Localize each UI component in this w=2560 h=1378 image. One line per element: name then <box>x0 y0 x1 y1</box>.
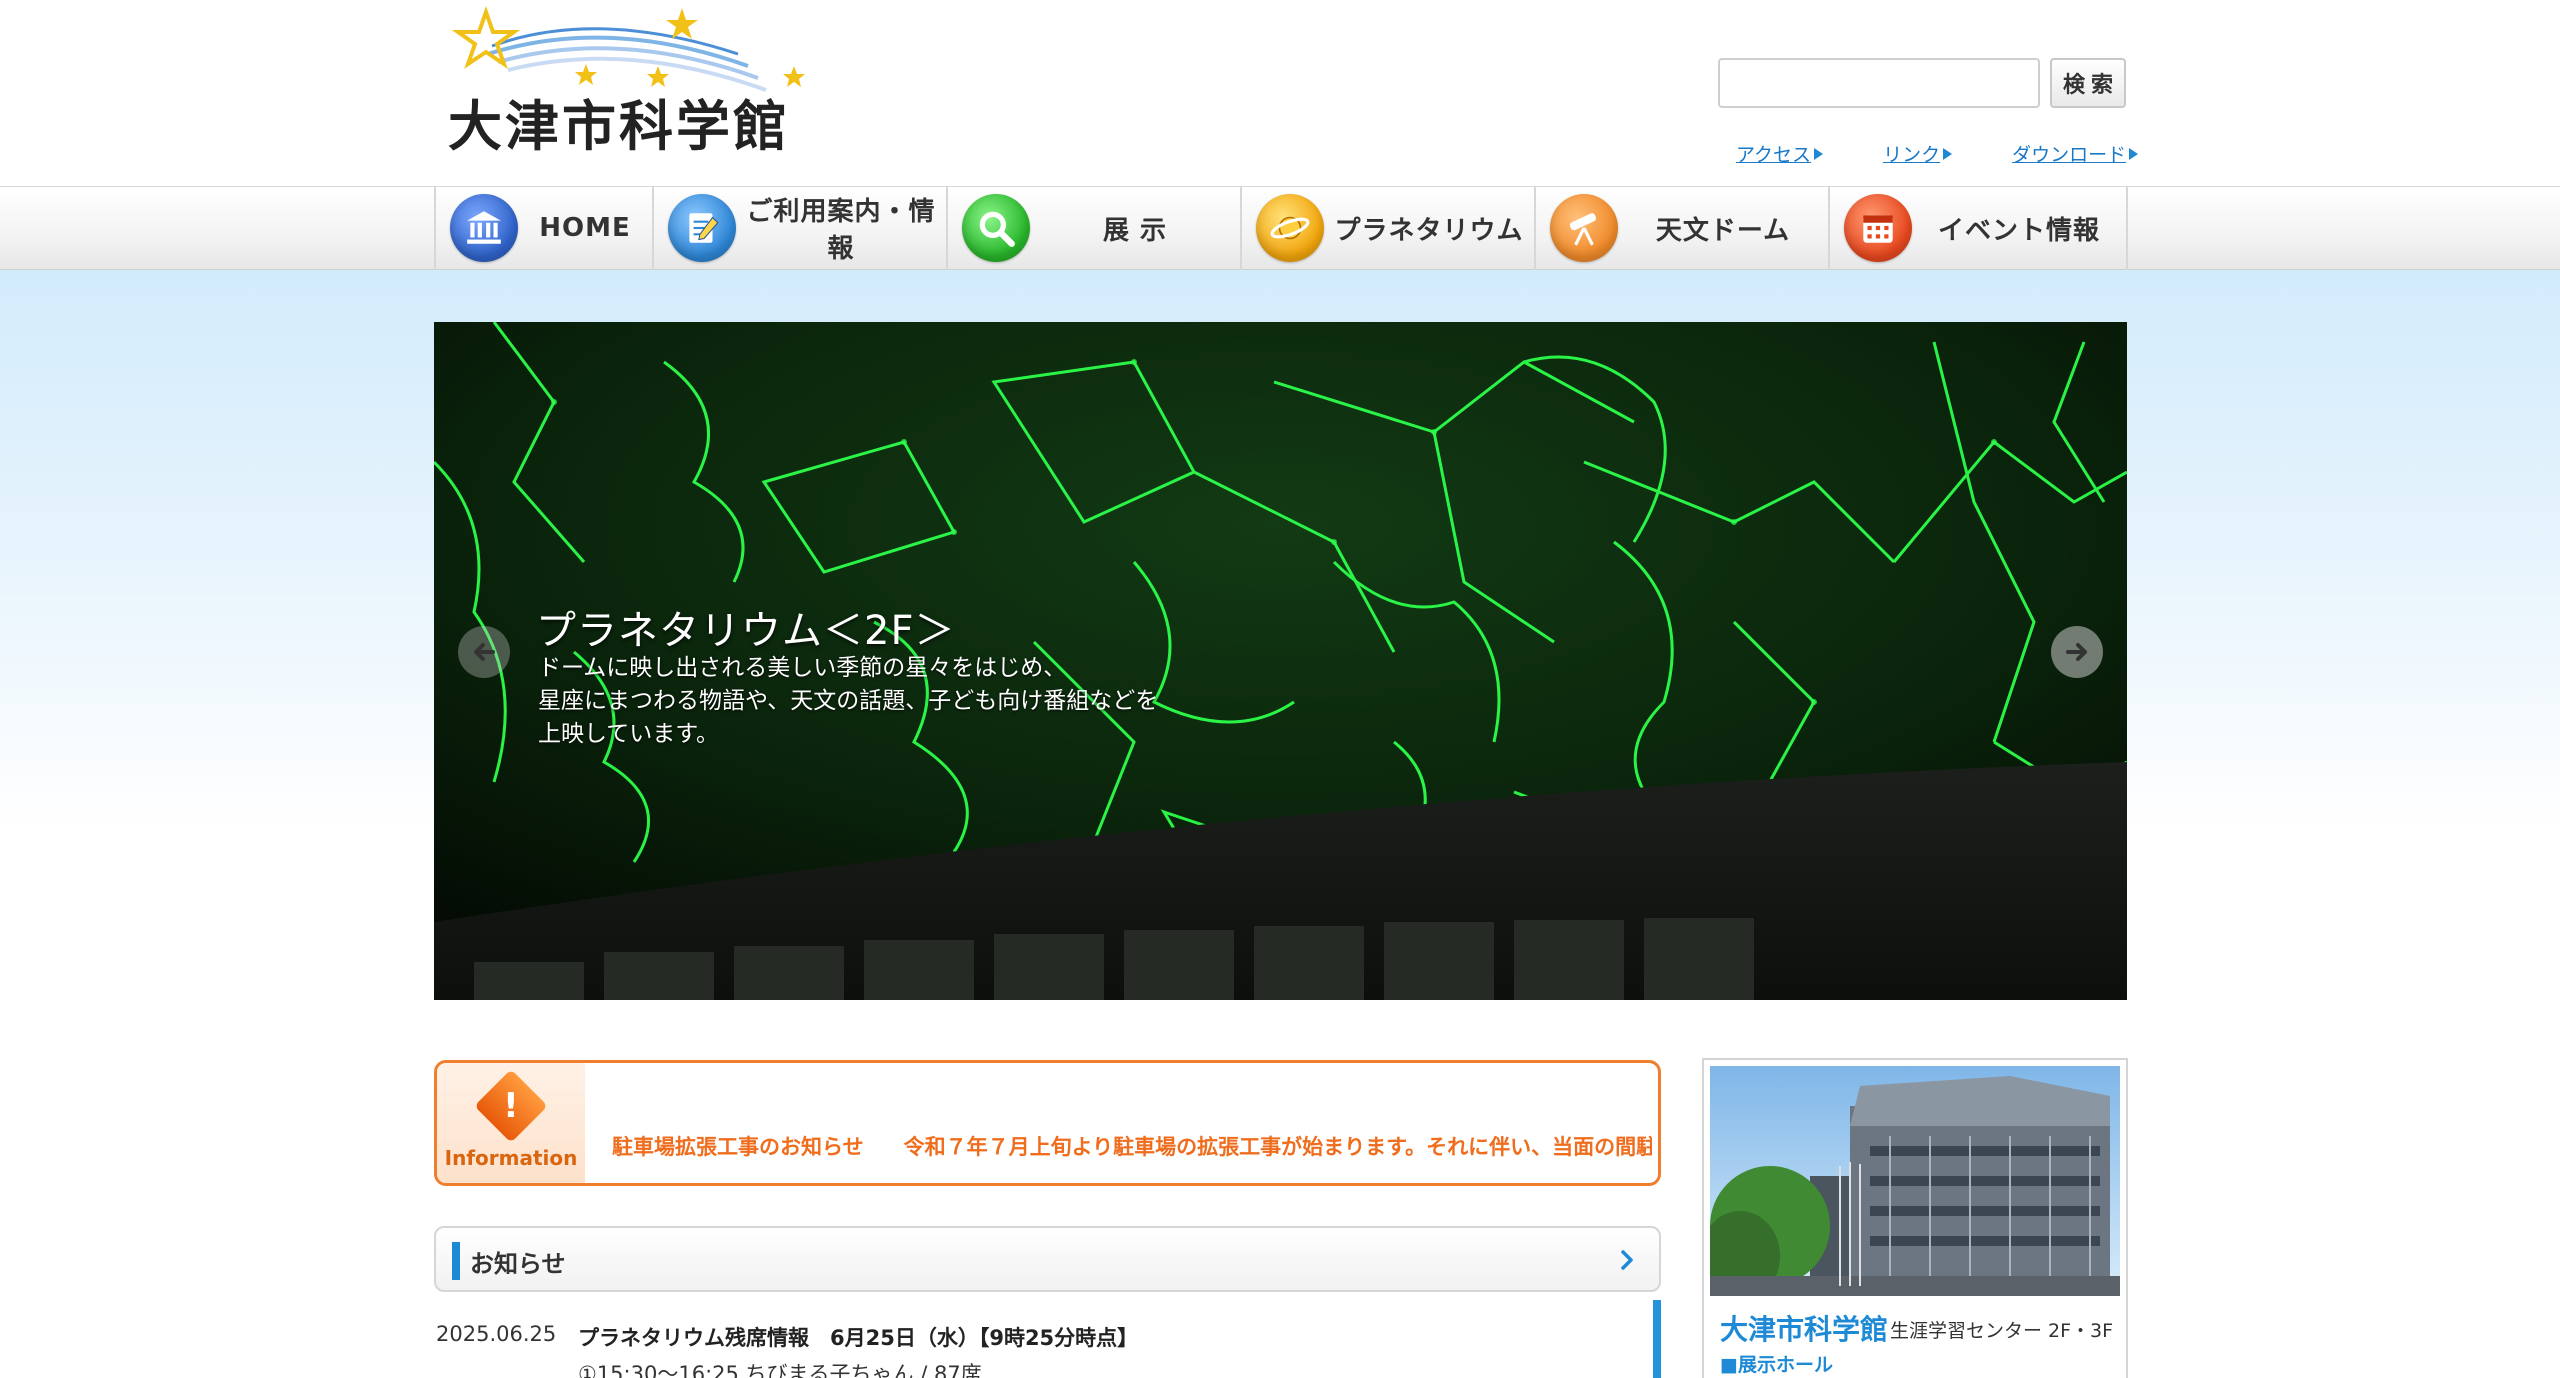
news-header-accent-bar <box>452 1242 460 1280</box>
slider-next-button[interactable] <box>2051 626 2103 678</box>
triangle-right-icon <box>1943 147 1953 160</box>
triangle-right-icon <box>2129 147 2139 160</box>
building-photo <box>1710 1066 2120 1296</box>
search-input[interactable] <box>1718 58 2040 108</box>
magnifier-icon <box>962 194 1030 262</box>
nav-label-exhibit: 展 示 <box>1102 215 1168 246</box>
nav-label-observatory: 天文ドーム <box>1655 215 1791 246</box>
memo-pencil-icon <box>668 194 736 262</box>
news-date: 2025.06.25 <box>436 1322 557 1346</box>
facility-floor: 生涯学習センター 2F・3F <box>1890 1320 2114 1342</box>
nav-item-planetarium[interactable]: プラネタリウム <box>1240 186 1534 270</box>
slide-description: ドームに映し出される美しい季節の星々をはじめ、 星座にまつわる物語や、天文の話題… <box>538 655 1159 747</box>
nav-label-events: イベント情報 <box>1937 215 2100 246</box>
slide-title: プラネタリウム＜2F＞ <box>536 608 956 654</box>
calendar-icon <box>1844 194 1912 262</box>
hero-slider[interactable]: プラネタリウム＜2F＞ ドームに映し出される美しい季節の星々をはじめ、 星座にま… <box>434 322 2127 1000</box>
chevron-right-icon[interactable] <box>1613 1246 1641 1274</box>
news-scrollbar[interactable] <box>1653 1300 1661 1378</box>
telescope-icon <box>1550 194 1618 262</box>
ticker-headline[interactable]: 駐車場拡張工事のお知らせ <box>612 1135 864 1159</box>
information-badge-label: Information <box>444 1146 578 1170</box>
links-link[interactable]: リンク <box>1883 140 1953 167</box>
news-header[interactable]: お知らせ <box>434 1226 1661 1292</box>
utility-links: アクセス リンク ダウンロード <box>1736 140 2198 167</box>
exclamation-diamond-icon: ! <box>474 1069 548 1143</box>
nav-item-home[interactable]: HOME <box>434 186 652 270</box>
information-ticker[interactable]: 駐車場拡張工事のお知らせ 令和７年７月上旬より駐車場の拡張工事が始まります。それに… <box>612 1131 1652 1161</box>
arrow-right-icon <box>2066 643 2087 661</box>
news-list: 2025.06.25 プラネタリウム残席情報 6月25日（水）【9時25分時点】… <box>434 1302 1661 1378</box>
arrow-left-icon <box>474 643 495 661</box>
nav-item-guide[interactable]: ご利用案内・情報 <box>652 186 946 270</box>
logo-text[interactable]: 大津市科学館 <box>448 82 790 161</box>
global-nav: HOME ご利用案内・情報 展 示 プラネタリウム 天文ドーム イベント情報 <box>434 186 2128 270</box>
ticker-text: 令和７年７月上旬より駐車場の拡張工事が始まります。それに伴い、当面の間駐車 <box>903 1135 1652 1159</box>
triangle-right-icon <box>1814 147 1824 160</box>
slider-prev-button[interactable] <box>458 626 510 678</box>
download-link[interactable]: ダウンロード <box>2012 140 2139 167</box>
information-badge: ! Information <box>437 1063 585 1183</box>
news-item-title[interactable]: プラネタリウム残席情報 6月25日（水）【9時25分時点】 <box>578 1322 1138 1352</box>
nav-label-planetarium: プラネタリウム <box>1334 215 1524 246</box>
nav-item-events[interactable]: イベント情報 <box>1828 186 2128 270</box>
nav-label-home: HOME <box>539 213 631 243</box>
information-ticker-box: ! Information 駐車場拡張工事のお知らせ 令和７年７月上旬より駐車場の… <box>434 1060 1661 1186</box>
nav-item-exhibit[interactable]: 展 示 <box>946 186 1240 270</box>
news-item-detail: ①15:30～16:25 ちびまる子ちゃん / 87席 <box>578 1362 982 1378</box>
museum-icon <box>450 194 518 262</box>
site-header: 大津市科学館 検 索 アクセス リンク ダウンロード <box>0 0 2560 186</box>
search-button[interactable]: 検 索 <box>2050 58 2126 108</box>
access-link[interactable]: アクセス <box>1736 140 1824 167</box>
facility-name[interactable]: 大津市科学館 <box>1720 1308 1888 1348</box>
nav-item-observatory[interactable]: 天文ドーム <box>1534 186 1828 270</box>
nav-label-guide: ご利用案内・情報 <box>746 197 936 264</box>
facility-card[interactable]: 大津市科学館 生涯学習センター 2F・3F ■展示ホール <box>1702 1058 2128 1378</box>
news-title: お知らせ <box>470 1250 566 1278</box>
facility-hall-link[interactable]: ■展示ホール <box>1720 1350 1833 1377</box>
planet-icon <box>1256 194 1324 262</box>
